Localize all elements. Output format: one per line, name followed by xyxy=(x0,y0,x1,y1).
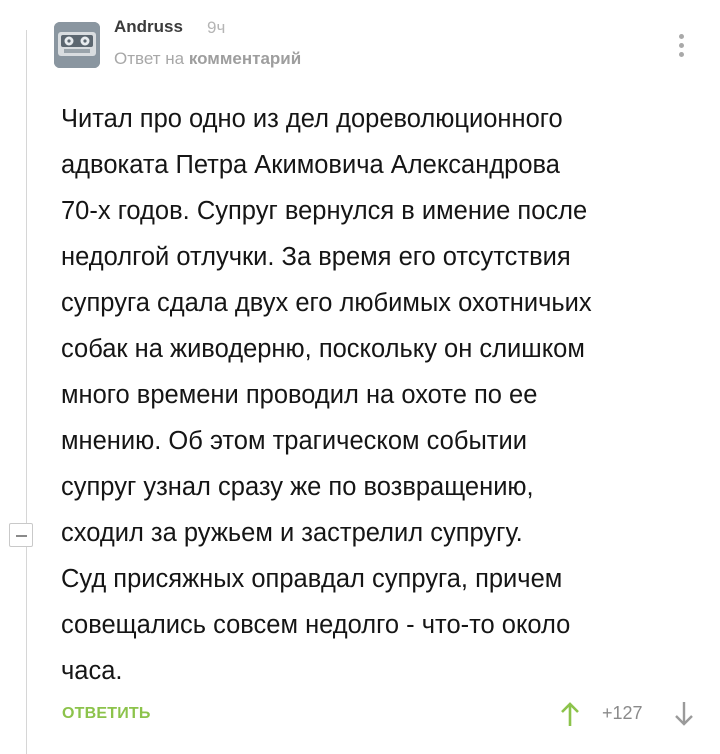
rating-count: +127 xyxy=(602,703,643,723)
reply-button[interactable]: ОТВЕТИТЬ xyxy=(62,705,151,723)
arrow-up-icon[interactable] xyxy=(559,700,581,728)
reply-info: Ответ на комментарий xyxy=(114,49,301,69)
comment-body: Читал про одно из дел дореволюционного а… xyxy=(61,105,592,685)
comment-time: 9ч xyxy=(207,18,226,37)
kebab-menu-icon[interactable] xyxy=(678,34,686,60)
author-name[interactable]: Andruss xyxy=(114,17,183,37)
parent-comment-link[interactable]: комментарий xyxy=(189,49,301,68)
collapse-thread-button[interactable] xyxy=(9,523,33,547)
avatar-image xyxy=(54,22,100,68)
thread-line xyxy=(26,30,27,754)
arrow-down-icon[interactable] xyxy=(673,700,695,728)
minus-icon xyxy=(16,535,27,537)
avatar[interactable] xyxy=(54,22,100,68)
reply-prefix: Ответ на xyxy=(114,49,185,68)
